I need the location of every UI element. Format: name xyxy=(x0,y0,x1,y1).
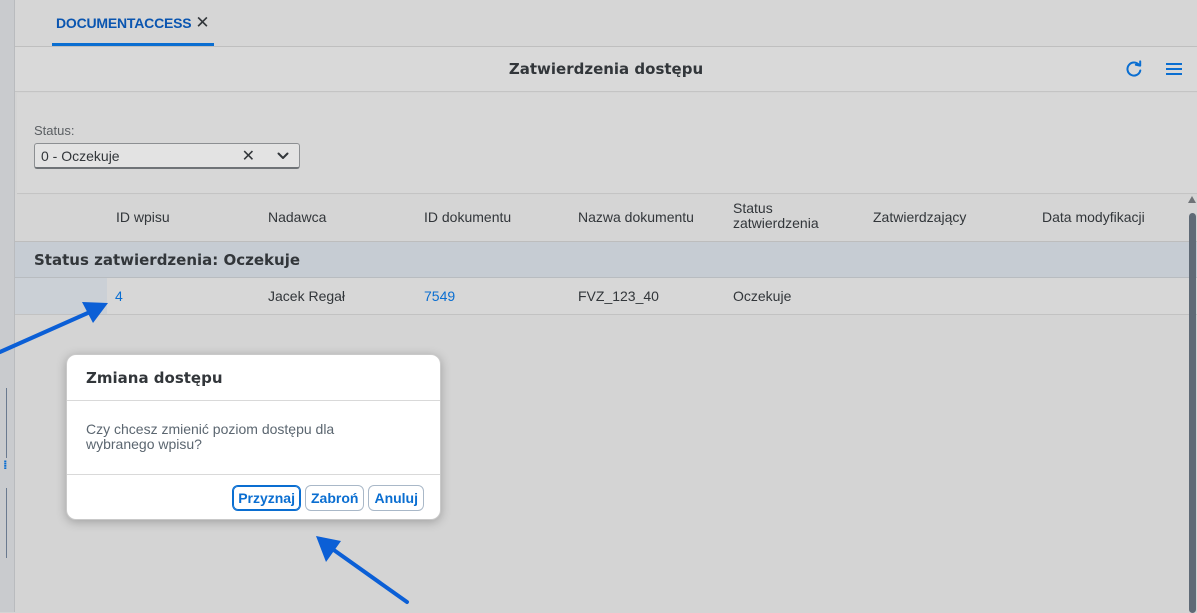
splitter-line-bottom xyxy=(6,488,7,558)
column-header-document-name[interactable]: Nazwa dokumentu xyxy=(578,210,694,225)
column-header-approval-status[interactable]: Status zatwierdzenia xyxy=(733,201,819,231)
sender-cell: Jacek Regał xyxy=(268,288,346,304)
splitter-grip-icon[interactable]: ⁞ xyxy=(3,459,12,482)
column-header-approval-status-line2: zatwierdzenia xyxy=(733,215,819,231)
dialog-header: Zmiana dostępu xyxy=(67,355,440,401)
status-filter-select[interactable]: 0 - Oczekuje ✕ xyxy=(34,143,300,169)
tab-close-icon[interactable]: ✕ xyxy=(195,13,209,33)
tab-documentaccess[interactable]: DOCUMENTACCESS ✕ xyxy=(52,0,214,46)
dialog-message: Czy chcesz zmienić poziom dostępu dla wy… xyxy=(86,421,335,452)
chevron-down-icon[interactable] xyxy=(277,152,289,160)
header-actions xyxy=(1125,47,1183,91)
column-header-sender[interactable]: Nadawca xyxy=(268,210,326,225)
column-header-entry-id[interactable]: ID wpisu xyxy=(116,210,170,225)
left-edge-panel: ⁞ xyxy=(0,0,15,612)
dialog-title: Zmiana dostępu xyxy=(86,369,223,387)
page-title: Zatwierdzenia dostępu xyxy=(508,60,704,78)
dialog-footer: Przyznaj Zabroń Anuluj xyxy=(67,474,440,519)
scrollbar-thumb[interactable] xyxy=(1189,213,1196,613)
deny-button[interactable]: Zabroń xyxy=(305,485,365,511)
column-header-document-id[interactable]: ID dokumentu xyxy=(424,210,511,225)
table-row[interactable]: 4 Jacek Regał 7549 FVZ_123_40 Oczekuje xyxy=(15,278,1197,315)
page-header: Zatwierdzenia dostępu xyxy=(15,47,1197,92)
table-header: ID wpisu Nadawca ID dokumentu Nazwa doku… xyxy=(15,195,1197,242)
active-tab-indicator xyxy=(52,43,214,46)
scroll-up-arrow-icon[interactable] xyxy=(1188,196,1196,203)
splitter-line-top xyxy=(6,388,7,458)
tab-label[interactable]: DOCUMENTACCESS xyxy=(56,15,192,31)
column-header-approver[interactable]: Zatwierdzający xyxy=(873,210,966,225)
filter-bar: Status: 0 - Oczekuje ✕ xyxy=(17,93,1197,194)
change-access-dialog: Zmiana dostępu Czy chcesz zmienić poziom… xyxy=(66,354,441,520)
document-name-cell: FVZ_123_40 xyxy=(578,288,659,304)
approval-status-cell: Oczekuje xyxy=(733,288,792,304)
group-header-label: Status zatwierdzenia: Oczekuje xyxy=(34,251,301,269)
tab-bar: DOCUMENTACCESS ✕ xyxy=(15,0,1197,47)
status-filter-label: Status: xyxy=(34,123,75,138)
column-header-approval-status-line1: Status xyxy=(733,200,773,216)
column-header-modified-date[interactable]: Data modyfikacji xyxy=(1042,210,1145,225)
document-id-link[interactable]: 7549 xyxy=(424,288,455,304)
refresh-icon[interactable] xyxy=(1125,60,1143,78)
grant-button[interactable]: Przyznaj xyxy=(232,485,301,511)
dialog-buttons: Przyznaj Zabroń Anuluj xyxy=(232,485,424,511)
cancel-button[interactable]: Anuluj xyxy=(368,485,424,511)
entry-id-link[interactable]: 4 xyxy=(115,288,123,304)
status-filter-value[interactable]: 0 - Oczekuje xyxy=(41,148,120,164)
row-selector-cell[interactable] xyxy=(15,278,107,314)
clear-icon[interactable]: ✕ xyxy=(242,146,255,165)
hamburger-menu-icon[interactable] xyxy=(1165,61,1183,77)
group-header-row[interactable]: Status zatwierdzenia: Oczekuje xyxy=(15,242,1197,278)
